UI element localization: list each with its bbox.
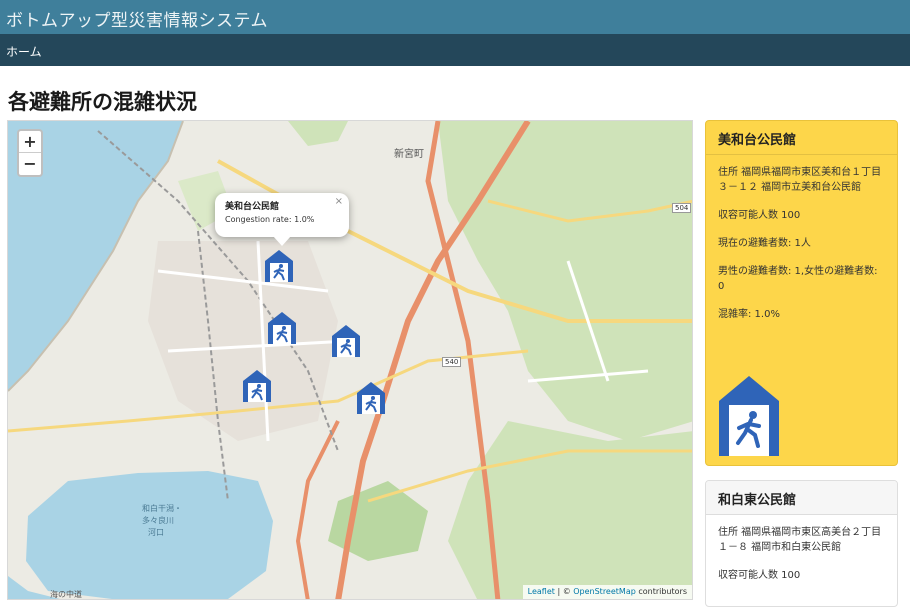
shelter-running-person-icon [357, 382, 385, 414]
shelter-running-person-icon [268, 312, 296, 344]
map-label-umi-no-nakamichi: 海の中道 [50, 590, 82, 599]
shelter-congestion-rate: 混雑率: 1.0% [718, 309, 780, 320]
attribution-separator: | © [554, 587, 574, 596]
nav-bar: ホーム [0, 34, 910, 66]
popup-title: 美和台公民館 [225, 202, 280, 212]
shelter-card-body: 住所 福岡県福岡市東区美和台１丁目３－１２ 福岡市立美和台公民館 収容可能人数 … [706, 155, 897, 345]
zoom-control: + − [17, 129, 43, 177]
popup-congestion-rate: Congestion rate: 1.0% [225, 215, 315, 224]
map-label-road-540: 540 [442, 357, 462, 367]
app-title: ボトムアップ型災害情報システム [6, 11, 268, 31]
shelter-marker-5[interactable] [355, 381, 387, 415]
shelter-card-title: 和白東公民館 [706, 481, 897, 515]
shelter-capacity: 収容可能人数 100 [718, 570, 801, 581]
zoom-out-button[interactable]: − [19, 153, 41, 175]
nav-home-link[interactable]: ホーム [6, 43, 42, 60]
shelter-marker-miwadai[interactable] [263, 249, 295, 283]
map-label-wajiro-bay-2: 多々良川 [142, 516, 174, 525]
shelter-running-person-icon [719, 376, 779, 456]
map-label-wajiro-bay-3: 河口 [148, 528, 164, 537]
zoom-in-button[interactable]: + [19, 131, 41, 153]
map-label-wajiro-bay: 和白干潟・ [142, 504, 182, 513]
page-title: 各避難所の混雑状況 [8, 90, 197, 114]
shelter-map[interactable]: 新宮町 和白干潟・ 多々良川 河口 504 540 海の中道 + − 美和台公民… [7, 120, 693, 600]
osm-link[interactable]: OpenStreetMap [573, 587, 636, 596]
shelter-card-title: 美和台公民館 [706, 121, 897, 155]
shelter-address: 住所 福岡県福岡市東区美和台１丁目３－１２ 福岡市立美和台公民館 [718, 167, 882, 193]
shelter-marker-3[interactable] [330, 324, 362, 358]
shelter-card-second: 和白東公民館 住所 福岡県福岡市東区高美台２丁目１－８ 福岡市和白東公民館 収容… [705, 480, 898, 607]
attribution-contributors: contributors [635, 587, 687, 596]
marker-popup: 美和台公民館 Congestion rate: 1.0% × [215, 193, 349, 246]
shelter-marker-4[interactable] [241, 369, 273, 403]
leaflet-link[interactable]: Leaflet [528, 587, 555, 596]
shelter-card-active: 美和台公民館 住所 福岡県福岡市東区美和台１丁目３－１２ 福岡市立美和台公民館 … [705, 120, 898, 466]
shelter-current-evacuees: 現在の避難者数: 1人 [718, 238, 811, 249]
shelter-address: 住所 福岡県福岡市東区高美台２丁目１－８ 福岡市和白東公民館 [718, 527, 882, 553]
shelter-gender-counts: 男性の避難者数: 1,女性の避難者数: 0 [718, 266, 878, 292]
shelter-marker-2[interactable] [266, 311, 298, 345]
shelter-running-person-icon [332, 325, 360, 357]
map-attribution: Leaflet | © OpenStreetMap contributors [522, 585, 692, 599]
map-tiles [8, 121, 692, 599]
shelter-running-person-icon [265, 250, 293, 282]
app-header: ボトムアップ型災害情報システム [0, 0, 910, 34]
shelter-capacity: 収容可能人数 100 [718, 210, 801, 221]
shelter-card-body: 住所 福岡県福岡市東区高美台２丁目１－８ 福岡市和白東公民館 収容可能人数 10… [706, 515, 897, 606]
popup-close-button[interactable]: × [335, 196, 343, 207]
map-label-road-504: 504 [672, 203, 692, 213]
popup-tip [273, 236, 291, 246]
map-label-shinguumachi: 新宮町 [394, 149, 424, 160]
shelter-running-person-icon [243, 370, 271, 402]
